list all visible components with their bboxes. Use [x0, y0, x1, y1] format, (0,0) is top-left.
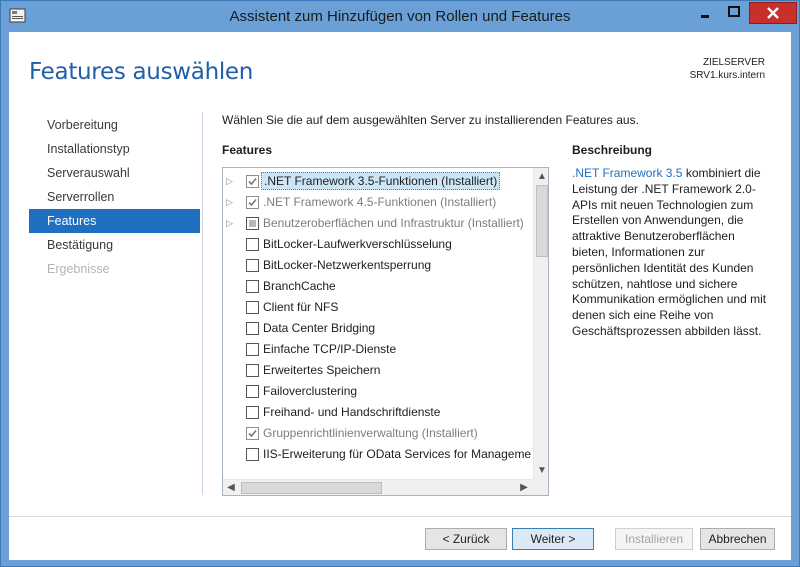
feature-checkbox[interactable] [246, 259, 259, 272]
feature-row[interactable]: Erweitertes Speichern [223, 360, 533, 381]
feature-label: Failoverclustering [263, 384, 358, 398]
feature-label: .NET Framework 3.5-Funktionen (Installie… [261, 172, 501, 190]
feature-row[interactable]: ▷ .NET Framework 3.5-Funktionen (Installi… [223, 171, 533, 192]
page-title: Features auswählen [29, 59, 254, 85]
nav-item-features[interactable]: Features [29, 209, 200, 233]
feature-label: BitLocker-Laufwerkverschlüsselung [263, 237, 452, 251]
feature-label: Benutzeroberflächen und Infrastruktur (I… [263, 216, 524, 230]
horizontal-scrollbar[interactable]: ◀ ▶ [223, 479, 533, 495]
install-button: Installieren [615, 528, 693, 550]
footer-divider [9, 516, 791, 517]
horizontal-scroll-thumb[interactable] [241, 482, 382, 494]
feature-description: .NET Framework 3.5 kombiniert die Leistu… [572, 166, 768, 340]
feature-row[interactable]: ▷ Benutzeroberflächen und Infrastruktur (… [223, 213, 533, 234]
feature-checkbox[interactable] [246, 217, 259, 230]
nav-item-serverauswahl[interactable]: Serverauswahl [29, 161, 200, 185]
target-server-info: ZIELSERVER SRV1.kurs.intern [690, 56, 765, 82]
feature-row[interactable]: IIS-Erweiterung für OData Services for M… [223, 444, 533, 465]
target-server-caption: ZIELSERVER [702, 57, 765, 68]
feature-row[interactable]: Einfache TCP/IP-Dienste [223, 339, 533, 360]
target-server-name: SRV1.kurs.intern [689, 70, 765, 81]
feature-checkbox[interactable] [246, 280, 259, 293]
feature-row[interactable]: BitLocker-Netzwerkentsperrung [223, 255, 533, 276]
feature-row[interactable]: BranchCache [223, 276, 533, 297]
feature-label: Freihand- und Handschriftdienste [263, 405, 441, 419]
description-text: kombiniert die Leistung der .NET Framewo… [572, 166, 767, 338]
description-heading: Beschreibung [572, 143, 653, 157]
feature-checkbox[interactable] [246, 385, 259, 398]
wizard-header: Features auswählen ZIELSERVER SRV1.kurs.… [9, 32, 791, 112]
nav-item-bestaetigung[interactable]: Bestätigung [29, 233, 200, 257]
feature-label: Erweitertes Speichern [263, 363, 381, 377]
feature-checkbox[interactable] [246, 175, 259, 188]
feature-checkbox[interactable] [246, 301, 259, 314]
close-icon [767, 7, 779, 19]
feature-checkbox[interactable] [246, 322, 259, 335]
feature-row[interactable]: Data Center Bridging [223, 318, 533, 339]
next-button[interactable]: Weiter > [512, 528, 594, 550]
scroll-right-icon[interactable]: ▶ [516, 480, 532, 495]
scroll-down-icon[interactable]: ▼ [534, 462, 548, 479]
nav-item-installationstyp[interactable]: Installationstyp [29, 137, 200, 161]
feature-label: IIS-Erweiterung für OData Services for M… [263, 447, 532, 461]
feature-checkbox[interactable] [246, 238, 259, 251]
wizard-content: Features auswählen ZIELSERVER SRV1.kurs.… [9, 32, 791, 560]
scroll-up-icon[interactable]: ▲ [534, 168, 548, 185]
feature-label: BranchCache [263, 279, 336, 293]
features-heading: Features [222, 143, 273, 157]
feature-label: BitLocker-Netzwerkentsperrung [263, 258, 432, 272]
feature-checkbox[interactable] [246, 343, 259, 356]
feature-row[interactable]: Freihand- und Handschriftdienste [223, 402, 533, 423]
maximize-button[interactable] [720, 2, 748, 24]
feature-label: .NET Framework 4.5-Funktionen (Installie… [263, 195, 497, 209]
close-button[interactable] [749, 2, 797, 24]
nav-item-serverrollen[interactable]: Serverrollen [29, 185, 200, 209]
feature-label: Data Center Bridging [263, 321, 376, 335]
features-tree[interactable]: ▷ .NET Framework 3.5-Funktionen (Installi… [222, 167, 549, 496]
features-list: ▷ .NET Framework 3.5-Funktionen (Installi… [223, 168, 533, 478]
window-title: Assistent zum Hinzufügen von Rollen und … [229, 8, 571, 25]
scroll-left-icon[interactable]: ◀ [223, 480, 239, 495]
feature-row[interactable]: BitLocker-Laufwerkverschlüsselung [223, 234, 533, 255]
wizard-window: Assistent zum Hinzufügen von Rollen und … [0, 0, 800, 567]
feature-row[interactable]: Gruppenrichtlinienverwaltung (Installier… [223, 423, 533, 444]
expand-arrow-icon[interactable]: ▷ [226, 177, 234, 186]
vertical-scrollbar[interactable]: ▲ ▼ [533, 168, 548, 479]
minimize-button[interactable] [691, 2, 719, 24]
feature-label: Client für NFS [263, 300, 339, 314]
description-feature-name: .NET Framework 3.5 [572, 166, 683, 180]
feature-row[interactable]: Failoverclustering [223, 381, 533, 402]
expand-arrow-icon[interactable]: ▷ [226, 198, 234, 207]
vertical-scroll-thumb[interactable] [536, 185, 548, 257]
expand-arrow-icon[interactable]: ▷ [226, 219, 234, 228]
feature-checkbox[interactable] [246, 406, 259, 419]
feature-checkbox[interactable] [246, 427, 259, 440]
feature-row[interactable]: ▷ .NET Framework 4.5-Funktionen (Installi… [223, 192, 533, 213]
nav-item-vorbereitung[interactable]: Vorbereitung [29, 113, 200, 137]
back-button[interactable]: < Zurück [425, 528, 507, 550]
feature-label: Gruppenrichtlinienverwaltung (Installier… [263, 426, 478, 440]
nav-item-ergebnisse: Ergebnisse [47, 262, 110, 276]
wizard-nav: Vorbereitung Installationstyp Serverausw… [29, 113, 200, 281]
cancel-button[interactable]: Abbrechen [700, 528, 775, 550]
instruction-text: Wählen Sie die auf dem ausgewählten Serv… [222, 113, 639, 127]
title-bar[interactable]: Assistent zum Hinzufügen von Rollen und … [1, 1, 799, 31]
feature-label: Einfache TCP/IP-Dienste [263, 342, 397, 356]
feature-row[interactable]: Client für NFS [223, 297, 533, 318]
nav-divider [202, 112, 203, 495]
feature-checkbox[interactable] [246, 448, 259, 461]
feature-checkbox[interactable] [246, 196, 259, 209]
scrollbar-corner [533, 479, 548, 495]
feature-checkbox[interactable] [246, 364, 259, 377]
